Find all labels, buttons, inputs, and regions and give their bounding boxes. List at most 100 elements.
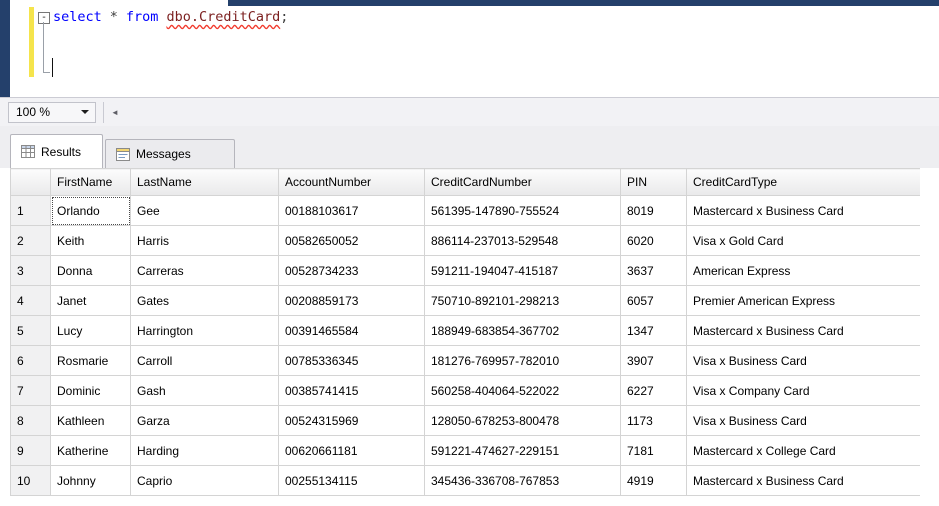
column-header-firstname[interactable]: FirstName (51, 169, 131, 196)
row-number[interactable]: 4 (11, 286, 51, 316)
grid-row: 9KatherineHarding00620661181591221-47462… (11, 436, 921, 466)
grid-row: 10JohnnyCaprio00255134115345436-336708-7… (11, 466, 921, 496)
grid-cell[interactable]: 00208859173 (279, 286, 425, 316)
tab-messages[interactable]: Messages (105, 139, 235, 168)
grid-cell[interactable]: 00524315969 (279, 406, 425, 436)
grid-cell[interactable]: Visa x Business Card (687, 406, 921, 436)
grid-cell[interactable]: 1173 (621, 406, 687, 436)
grid-cell[interactable]: 00385741415 (279, 376, 425, 406)
sql-keyword-select: select (53, 9, 102, 25)
zoom-level-value: 100 % (16, 105, 50, 119)
grid-cell[interactable]: Johnny (51, 466, 131, 496)
grid-cell[interactable]: Gee (131, 196, 279, 226)
grid-cell[interactable]: Carreras (131, 256, 279, 286)
tab-messages-label: Messages (136, 147, 191, 161)
column-header-creditcardtype[interactable]: CreditCardType (687, 169, 921, 196)
grid-cell[interactable]: Mastercard x Business Card (687, 196, 921, 226)
tab-results-label: Results (41, 145, 81, 159)
grid-cell[interactable]: Keith (51, 226, 131, 256)
sql-terminator: ; (280, 9, 288, 25)
grid-cell[interactable]: 345436-336708-767853 (425, 466, 621, 496)
grid-cell[interactable]: 750710-892101-298213 (425, 286, 621, 316)
grid-cell[interactable]: 6057 (621, 286, 687, 316)
grid-cell[interactable]: 00188103617 (279, 196, 425, 226)
grid-cell[interactable]: 188949-683854-367702 (425, 316, 621, 346)
grid-cell[interactable]: 560258-404064-522022 (425, 376, 621, 406)
messages-icon (116, 148, 130, 161)
grid-cell[interactable]: American Express (687, 256, 921, 286)
grid-cell[interactable]: 00582650052 (279, 226, 425, 256)
grid-cell[interactable]: 00528734233 (279, 256, 425, 286)
grid-cell[interactable]: Visa x Company Card (687, 376, 921, 406)
grid-cell[interactable]: Harris (131, 226, 279, 256)
grid-cell[interactable]: 4919 (621, 466, 687, 496)
grid-header-row: FirstNameLastNameAccountNumberCreditCard… (11, 169, 921, 196)
results-pane-tabs: Results Messages (0, 126, 939, 168)
grid-cell[interactable]: 561395-147890-755524 (425, 196, 621, 226)
grid-cell[interactable]: Mastercard x College Card (687, 436, 921, 466)
text-caret (52, 58, 53, 77)
fold-region-bracket (43, 22, 50, 73)
grid-row: 7DominicGash00385741415560258-404064-522… (11, 376, 921, 406)
grid-cell[interactable]: 6227 (621, 376, 687, 406)
grid-corner-cell[interactable] (11, 169, 51, 196)
grid-cell[interactable]: 3637 (621, 256, 687, 286)
tab-results[interactable]: Results (10, 134, 103, 168)
hscroll-left-arrow-icon[interactable]: ◄ (106, 102, 124, 123)
query-editor[interactable]: - select*fromdbo.CreditCard; (0, 0, 939, 97)
grid-cell[interactable]: 1347 (621, 316, 687, 346)
sql-keyword-from: from (126, 9, 159, 25)
column-header-creditcardnumber[interactable]: CreditCardNumber (425, 169, 621, 196)
grid-cell[interactable]: Kathleen (51, 406, 131, 436)
row-number[interactable]: 8 (11, 406, 51, 436)
grid-cell[interactable]: Gates (131, 286, 279, 316)
row-number[interactable]: 7 (11, 376, 51, 406)
grid-cell[interactable]: Visa x Business Card (687, 346, 921, 376)
grid-cell[interactable]: Harding (131, 436, 279, 466)
row-number[interactable]: 2 (11, 226, 51, 256)
row-number[interactable]: 6 (11, 346, 51, 376)
row-number[interactable]: 9 (11, 436, 51, 466)
row-number[interactable]: 1 (11, 196, 51, 226)
grid-cell[interactable]: Mastercard x Business Card (687, 316, 921, 346)
grid-cell[interactable]: 886114-237013-529548 (425, 226, 621, 256)
column-header-pin[interactable]: PIN (621, 169, 687, 196)
grid-cell[interactable]: 7181 (621, 436, 687, 466)
code-line[interactable]: - select*fromdbo.CreditCard; (38, 9, 288, 26)
row-number[interactable]: 5 (11, 316, 51, 346)
ssms-window: - select*fromdbo.CreditCard; 100 % ◄ Res… (0, 0, 939, 506)
grid-cell[interactable]: Carroll (131, 346, 279, 376)
grid-cell[interactable]: Rosmarie (51, 346, 131, 376)
grid-cell[interactable]: 181276-769957-782010 (425, 346, 621, 376)
grid-cell[interactable]: Garza (131, 406, 279, 436)
results-grid-icon (21, 145, 35, 158)
grid-cell[interactable]: Premier American Express (687, 286, 921, 316)
row-number[interactable]: 10 (11, 466, 51, 496)
grid-cell[interactable]: Janet (51, 286, 131, 316)
grid-cell[interactable]: 00620661181 (279, 436, 425, 466)
grid-cell[interactable]: Visa x Gold Card (687, 226, 921, 256)
grid-cell[interactable]: 128050-678253-800478 (425, 406, 621, 436)
grid-cell[interactable]: 6020 (621, 226, 687, 256)
grid-cell[interactable]: Gash (131, 376, 279, 406)
grid-cell[interactable]: 591211-194047-415187 (425, 256, 621, 286)
grid-cell[interactable]: 00785336345 (279, 346, 425, 376)
grid-cell[interactable]: Dominic (51, 376, 131, 406)
grid-cell[interactable]: 3907 (621, 346, 687, 376)
grid-cell[interactable]: 00255134115 (279, 466, 425, 496)
grid-cell[interactable]: Donna (51, 256, 131, 286)
zoom-level-combo[interactable]: 100 % (8, 102, 96, 123)
grid-cell[interactable]: 00391465584 (279, 316, 425, 346)
grid-cell[interactable]: Orlando (51, 196, 131, 226)
row-number[interactable]: 3 (11, 256, 51, 286)
grid-cell[interactable]: Mastercard x Business Card (687, 466, 921, 496)
grid-cell[interactable]: Lucy (51, 316, 131, 346)
grid-row: 1OrlandoGee00188103617561395-147890-7555… (11, 196, 921, 226)
grid-cell[interactable]: Caprio (131, 466, 279, 496)
column-header-accountnumber[interactable]: AccountNumber (279, 169, 425, 196)
grid-cell[interactable]: Katherine (51, 436, 131, 466)
grid-cell[interactable]: 8019 (621, 196, 687, 226)
grid-cell[interactable]: Harrington (131, 316, 279, 346)
grid-cell[interactable]: 591221-474627-229151 (425, 436, 621, 466)
column-header-lastname[interactable]: LastName (131, 169, 279, 196)
